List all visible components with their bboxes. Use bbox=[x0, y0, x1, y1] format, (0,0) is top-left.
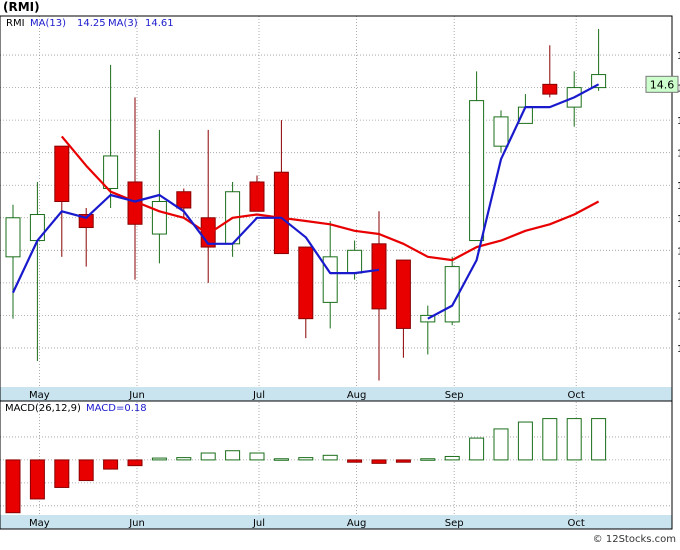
macd-bar bbox=[566, 418, 582, 461]
macd-bar bbox=[347, 459, 363, 463]
macd-bar bbox=[176, 457, 192, 461]
watermark: © 12Stocks.com bbox=[593, 534, 676, 545]
macd-bar bbox=[225, 450, 241, 461]
macd-legend: MACD(26,12,9) MACD=0.18 bbox=[5, 403, 147, 414]
stock-chart: (RMI) May Jun Jul Aug Sep Oct May Jun Jul Aug Sep… bbox=[0, 0, 680, 546]
macd-bar bbox=[54, 459, 70, 488]
candle-body bbox=[469, 100, 485, 242]
macd-bar bbox=[420, 458, 436, 461]
macd-bar bbox=[444, 455, 460, 461]
candle-body bbox=[371, 243, 387, 310]
macd-legend-label: MACD(26,12,9) bbox=[5, 403, 81, 414]
macd-bar bbox=[29, 459, 45, 500]
candle-body bbox=[29, 214, 45, 242]
price-x-tick-label: Jul bbox=[252, 390, 265, 401]
macd-x-tick-label: Aug bbox=[347, 518, 367, 529]
candle-body bbox=[395, 259, 411, 329]
macd-bar bbox=[517, 421, 533, 461]
candle-body bbox=[103, 155, 119, 189]
candle-body bbox=[542, 83, 558, 95]
macd-bar bbox=[469, 437, 485, 461]
last-price-label: 14.6 bbox=[650, 78, 675, 91]
macd-x-tick-label: Oct bbox=[568, 518, 585, 529]
macd-bar bbox=[273, 458, 289, 461]
price-legend: RMI MA(13) 14.25 MA(3) 14.61 bbox=[6, 18, 174, 29]
macd-x-tick-label: Jul bbox=[252, 518, 265, 529]
macd-bar bbox=[127, 459, 143, 467]
price-x-tick-label: Oct bbox=[568, 390, 585, 401]
candle-body bbox=[493, 116, 509, 147]
legend-symbol: RMI bbox=[6, 18, 25, 29]
macd-x-tick-label: May bbox=[29, 518, 50, 529]
price-x-tick-label: Sep bbox=[445, 390, 464, 401]
macd-bar bbox=[493, 428, 509, 461]
legend-ma-short-value: 14.61 bbox=[145, 18, 174, 29]
candle-body bbox=[347, 249, 363, 274]
macd-bar bbox=[249, 452, 265, 461]
price-x-tick-label: Jun bbox=[128, 390, 145, 401]
candle-body bbox=[176, 191, 192, 209]
legend-ma-long-value: 14.25 bbox=[77, 18, 106, 29]
legend-ma-long-label: MA(13) bbox=[30, 18, 66, 29]
last-price-tag: 14.6 bbox=[645, 75, 679, 93]
macd-bar bbox=[322, 454, 338, 461]
macd-bar bbox=[78, 459, 94, 482]
macd-bar bbox=[5, 459, 21, 514]
candle-body bbox=[322, 256, 338, 303]
macd-x-tick-label: Sep bbox=[445, 518, 464, 529]
chart-canvas: (RMI) May Jun Jul Aug Sep Oct May Jun Jul Aug Sep… bbox=[0, 0, 680, 546]
macd-x-tick-label: Jun bbox=[128, 518, 145, 529]
candle-body bbox=[249, 181, 265, 212]
macd-legend-value: MACD=0.18 bbox=[86, 403, 147, 414]
price-x-tick-label: May bbox=[29, 390, 50, 401]
ticker-title: (RMI) bbox=[3, 0, 40, 14]
macd-bar bbox=[151, 457, 167, 461]
macd-bar bbox=[542, 418, 558, 461]
candle-body bbox=[591, 74, 607, 89]
candle-body bbox=[273, 171, 289, 255]
macd-bar bbox=[200, 452, 216, 461]
price-x-tick-label: Aug bbox=[347, 390, 367, 401]
macd-bar bbox=[371, 459, 387, 464]
candle-body bbox=[5, 217, 21, 258]
macd-bar bbox=[591, 418, 607, 461]
macd-bar bbox=[298, 457, 314, 461]
candle-body bbox=[298, 246, 314, 320]
macd-bar bbox=[395, 459, 411, 463]
candle-body bbox=[151, 201, 167, 235]
candle-body bbox=[54, 145, 70, 203]
legend-ma-short-label: MA(3) bbox=[108, 18, 138, 29]
macd-bar bbox=[103, 459, 119, 470]
